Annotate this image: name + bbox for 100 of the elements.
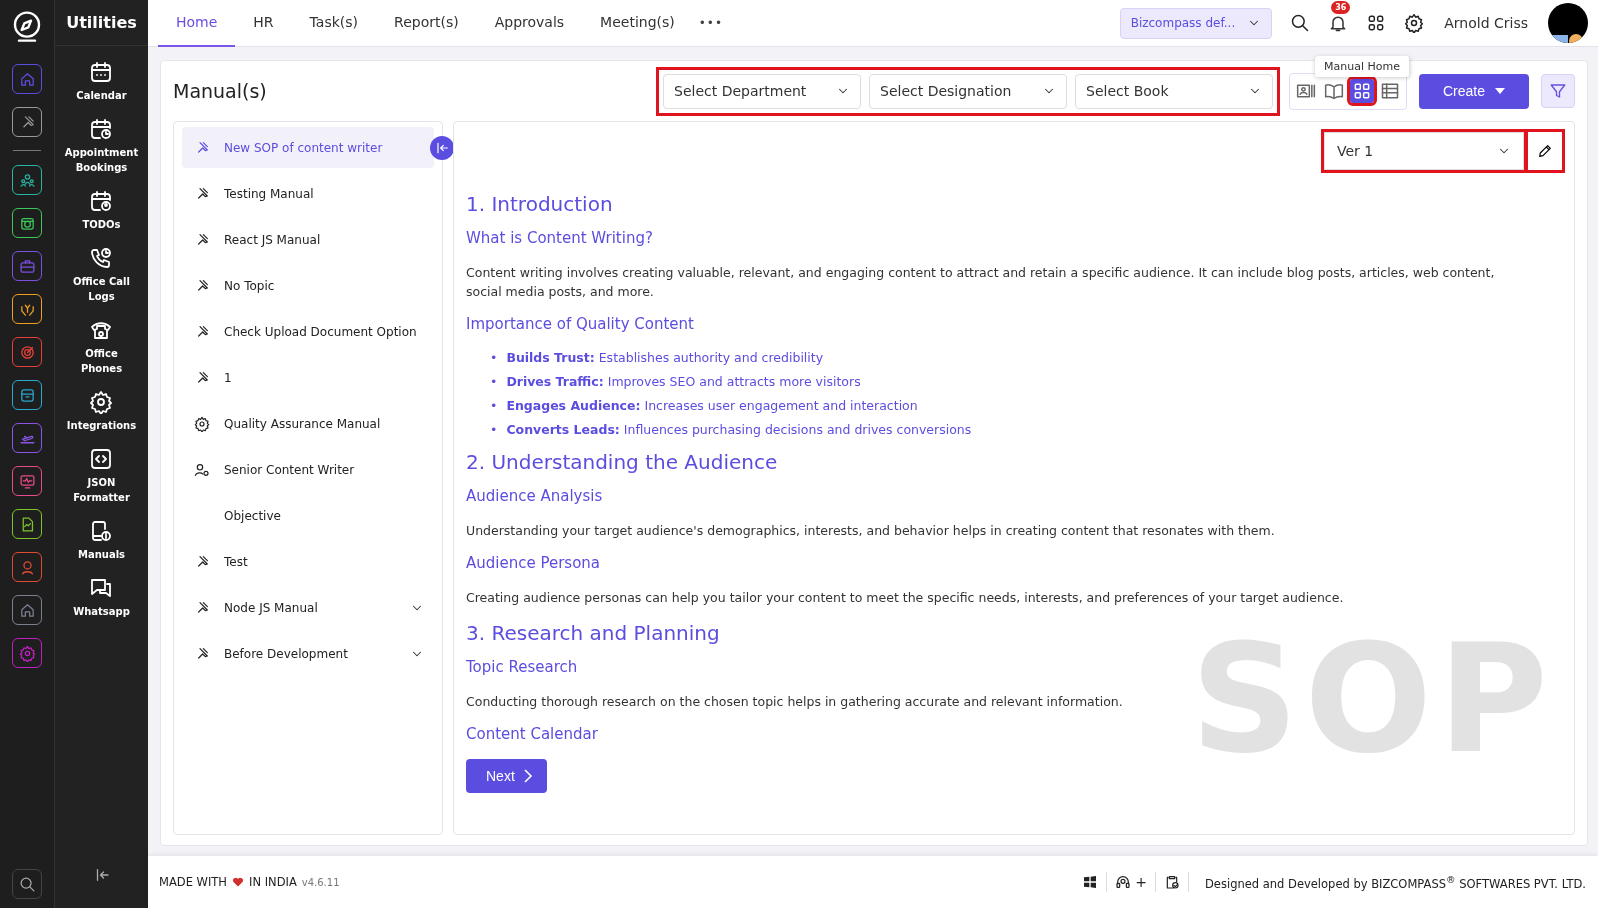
paragraph: Creating audience personas can help you tailor your content to meet the specific needs, interests, and preferences of your target audience. xyxy=(466,589,1345,607)
subheading: Audience Analysis xyxy=(466,487,604,505)
company-select[interactable]: Bizcompass def... xyxy=(1119,7,1273,39)
topic-item[interactable]: No Topic xyxy=(182,265,434,306)
footer-text: IN INDIA xyxy=(249,875,297,889)
app-version: v4.6.11 xyxy=(301,876,340,888)
section-heading: 2. Understanding the Audience xyxy=(466,450,779,474)
home-button[interactable] xyxy=(12,64,42,94)
grid-icon xyxy=(1352,81,1372,101)
topic-item[interactable]: Test xyxy=(182,541,434,582)
sidebar-item[interactable]: Office Phones xyxy=(80,346,123,376)
search-button[interactable] xyxy=(12,869,42,899)
people-button[interactable] xyxy=(12,165,42,195)
gear-button[interactable] xyxy=(12,638,42,668)
filter-button[interactable] xyxy=(1541,74,1575,108)
page-title: Manual(s) xyxy=(173,80,267,102)
gear-icon xyxy=(194,415,210,432)
topic-item[interactable]: Objective xyxy=(182,495,434,536)
avatar[interactable] xyxy=(1548,3,1588,43)
phone-icon xyxy=(89,246,114,270)
bullet-item: Converts Leads: Influences purchasing decisions and drives conversions xyxy=(506,421,972,438)
gear-icon xyxy=(89,390,114,414)
nav-tab[interactable]: Meeting(s) xyxy=(582,0,693,47)
topic-item[interactable]: Check Upload Document Option xyxy=(182,311,434,352)
nav-tab[interactable]: Task(s) xyxy=(291,0,377,47)
sidebar-item[interactable]: TODOs xyxy=(82,217,121,232)
bullet-marker: • xyxy=(490,373,498,390)
caret-icon xyxy=(1495,88,1505,94)
nav-tab[interactable]: Report(s) xyxy=(376,0,477,47)
home-button[interactable] xyxy=(12,595,42,625)
edit-button[interactable] xyxy=(1528,132,1562,170)
topic-item[interactable]: Testing Manual xyxy=(182,173,434,214)
version-select[interactable]: Ver 1 xyxy=(1324,132,1524,170)
bullet-marker: • xyxy=(490,421,498,438)
section-heading: 1. Introduction xyxy=(466,192,614,216)
topic-item[interactable]: Quality Assurance Manual xyxy=(182,403,434,444)
sidebar-item[interactable]: Appointment Bookings xyxy=(64,145,139,175)
calendar-user-icon xyxy=(89,189,114,213)
briefcase-button[interactable] xyxy=(12,251,42,281)
topic-item[interactable]: React JS Manual xyxy=(182,219,434,260)
headset-icon xyxy=(1115,874,1132,890)
subheading: Content Calendar xyxy=(466,725,599,743)
box-button[interactable] xyxy=(12,208,42,238)
dropdown[interactable]: Select Department xyxy=(663,73,861,109)
topic-item[interactable]: New SOP of content writer xyxy=(182,127,434,168)
windows-icon[interactable] xyxy=(1082,874,1099,890)
next-button[interactable]: Next xyxy=(466,759,547,793)
target-icon xyxy=(18,343,36,361)
gear-icon xyxy=(18,644,36,662)
calendar-icon xyxy=(89,60,114,84)
nav-tab[interactable]: Home xyxy=(158,0,236,47)
bullet-marker: • xyxy=(490,397,498,414)
archive-icon xyxy=(18,386,36,404)
section-heading: 3. Research and Planning xyxy=(466,621,721,645)
sidebar-item[interactable]: JSON Formatter xyxy=(73,475,130,505)
hands-button[interactable] xyxy=(12,294,42,324)
paragraph: Content writing involves creating valuable, relevant, and engaging content to attract and retain a specific audience. It can include blog posts, articles, web content, social media posts, and more. xyxy=(466,264,1496,301)
bullet-item: Engages Audience: Increases user engagement and interaction xyxy=(506,397,918,414)
search-icon xyxy=(1290,13,1311,33)
filter-icon xyxy=(1549,82,1567,100)
document-info-icon xyxy=(89,519,114,543)
dropdown[interactable]: Select Book xyxy=(1075,73,1273,109)
archive-button[interactable] xyxy=(12,380,42,410)
user-gear-icon xyxy=(194,461,210,478)
person-button[interactable] xyxy=(12,552,42,582)
sidebar-item[interactable]: Whatsapp xyxy=(73,604,130,619)
topic-item[interactable]: Node JS Manual xyxy=(182,587,434,628)
topic-item[interactable]: Senior Content Writer xyxy=(182,449,434,490)
collapse-button[interactable] xyxy=(430,136,454,160)
document-button[interactable] xyxy=(12,509,42,539)
topic-item[interactable]: Before Development xyxy=(182,633,434,674)
pin-button[interactable] xyxy=(12,107,42,137)
sidebar-item[interactable]: Office Call Logs xyxy=(73,274,130,304)
sidebar-item[interactable]: Integrations xyxy=(66,418,137,433)
bullet-marker: • xyxy=(490,349,498,366)
more-menu[interactable]: ••• xyxy=(698,16,723,30)
dropdown[interactable]: Select Designation xyxy=(869,73,1067,109)
add-support-button[interactable]: + xyxy=(1135,874,1147,890)
plane-button[interactable] xyxy=(12,423,42,453)
sidebar-item[interactable]: Manuals xyxy=(77,547,126,562)
nav-tab[interactable]: HR xyxy=(235,0,292,47)
paragraph: Understanding your target audience's demographics, interests, and behavior helps in creating content that resonates with them. xyxy=(466,522,1276,540)
id-card-icon xyxy=(1296,81,1316,101)
calendar-clock-icon xyxy=(89,117,114,141)
pencil-icon xyxy=(1537,143,1553,159)
user-name[interactable]: Arnold Criss xyxy=(1444,15,1528,31)
monitor-button[interactable] xyxy=(12,466,42,496)
paragraph: Conducting thorough research on the chosen topic helps in gathering accurate and relevant information. xyxy=(466,693,1124,711)
code-icon xyxy=(89,447,114,471)
subheading: Audience Persona xyxy=(466,554,602,572)
nav-tab[interactable]: Approvals xyxy=(476,0,583,47)
notification-badge: 36 xyxy=(1331,1,1351,14)
chat-icon xyxy=(89,576,114,600)
grid-view-button[interactable] xyxy=(1350,79,1374,103)
topic-item[interactable]: 1 xyxy=(182,357,434,398)
target-button[interactable] xyxy=(12,337,42,367)
sidebar-item[interactable]: Calendar xyxy=(76,88,127,103)
collapse-icon xyxy=(434,140,450,156)
credit-text: Designed and Developed by BIZCOMPASS$^{®}$ SOFTWARES PVT. LTD. xyxy=(1205,873,1586,891)
create-button[interactable]: Create xyxy=(1419,73,1529,109)
